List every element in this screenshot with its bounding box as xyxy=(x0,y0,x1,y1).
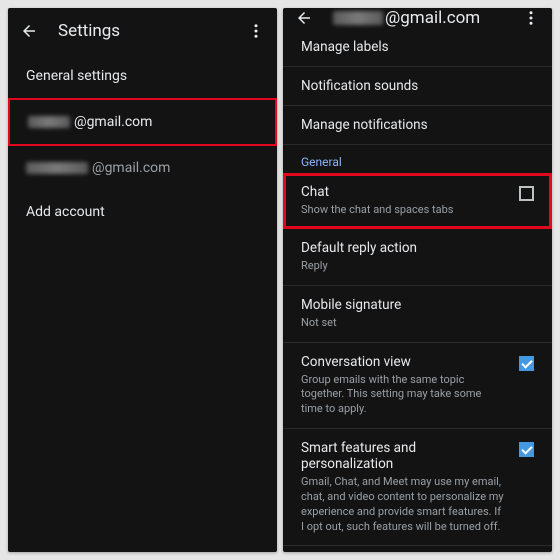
account-suffix: @gmail.com xyxy=(74,114,152,130)
list-item-mobile-signature[interactable]: Mobile signature Not set xyxy=(283,286,552,343)
list-item-default-reply[interactable]: Default reply action Reply xyxy=(283,229,552,286)
header: Settings xyxy=(8,8,277,54)
setting-title: Mobile signature xyxy=(301,297,534,313)
list-item-manage-notifications[interactable]: Manage notifications xyxy=(283,106,552,145)
setting-title: Smart features and personalization xyxy=(301,440,509,472)
account-suffix: @gmail.com xyxy=(92,160,170,176)
list-item-add-account[interactable]: Add account xyxy=(8,190,277,234)
setting-title: Manage notifications xyxy=(301,117,534,133)
list-item-account-2[interactable]: @gmail.com xyxy=(8,146,277,190)
chat-checkbox[interactable] xyxy=(519,186,534,201)
settings-list: General settings @gmail.com @gmail.com A… xyxy=(8,54,277,552)
setting-subtitle: Group emails with the same topic togethe… xyxy=(301,373,509,418)
setting-title: Chat xyxy=(301,184,509,200)
setting-subtitle: Reply xyxy=(301,259,534,274)
account-settings-list: Manage labels Notification sounds Manage… xyxy=(283,28,552,552)
redacted-text xyxy=(333,11,383,25)
overflow-menu-icon[interactable] xyxy=(522,9,540,27)
list-item-chat[interactable]: Chat Show the chat and spaces tabs xyxy=(283,173,552,229)
page-title: Settings xyxy=(58,21,247,41)
list-item-general-settings[interactable]: General settings xyxy=(8,54,277,98)
header: @gmail.com xyxy=(283,8,552,28)
back-arrow-icon[interactable] xyxy=(295,9,313,27)
back-arrow-icon[interactable] xyxy=(20,22,38,40)
title-suffix: @gmail.com xyxy=(385,8,480,28)
list-item-conversation-view[interactable]: Conversation view Group emails with the … xyxy=(283,343,552,430)
phone-left-settings: Settings General settings @gmail.com @gm… xyxy=(8,8,277,552)
smart-checkbox[interactable] xyxy=(519,442,534,457)
overflow-menu-icon[interactable] xyxy=(247,22,265,40)
setting-subtitle: Show the chat and spaces tabs xyxy=(301,203,509,218)
setting-subtitle: Not set xyxy=(301,316,534,331)
section-header-general: General xyxy=(283,145,552,173)
page-title: @gmail.com xyxy=(333,8,522,28)
conversation-checkbox[interactable] xyxy=(519,356,534,371)
list-item-notification-sounds[interactable]: Notification sounds xyxy=(283,67,552,106)
setting-title: Notification sounds xyxy=(301,78,534,94)
redacted-text xyxy=(26,162,88,174)
redacted-text xyxy=(28,116,70,128)
setting-title: Default reply action xyxy=(301,240,534,256)
list-item-manage-labels[interactable]: Manage labels xyxy=(283,28,552,67)
setting-title: Conversation view xyxy=(301,354,509,370)
phone-right-account: @gmail.com Manage labels Notification so… xyxy=(283,8,552,552)
setting-title: Manage labels xyxy=(301,39,534,55)
list-item-smart-features[interactable]: Smart features and personalization Gmail… xyxy=(283,429,552,546)
list-item-smart-features-other[interactable]: Smart features and personalization in ot… xyxy=(283,546,552,552)
list-item-account-1[interactable]: @gmail.com xyxy=(8,98,277,146)
setting-subtitle: Gmail, Chat, and Meet may use my email, … xyxy=(301,475,509,534)
